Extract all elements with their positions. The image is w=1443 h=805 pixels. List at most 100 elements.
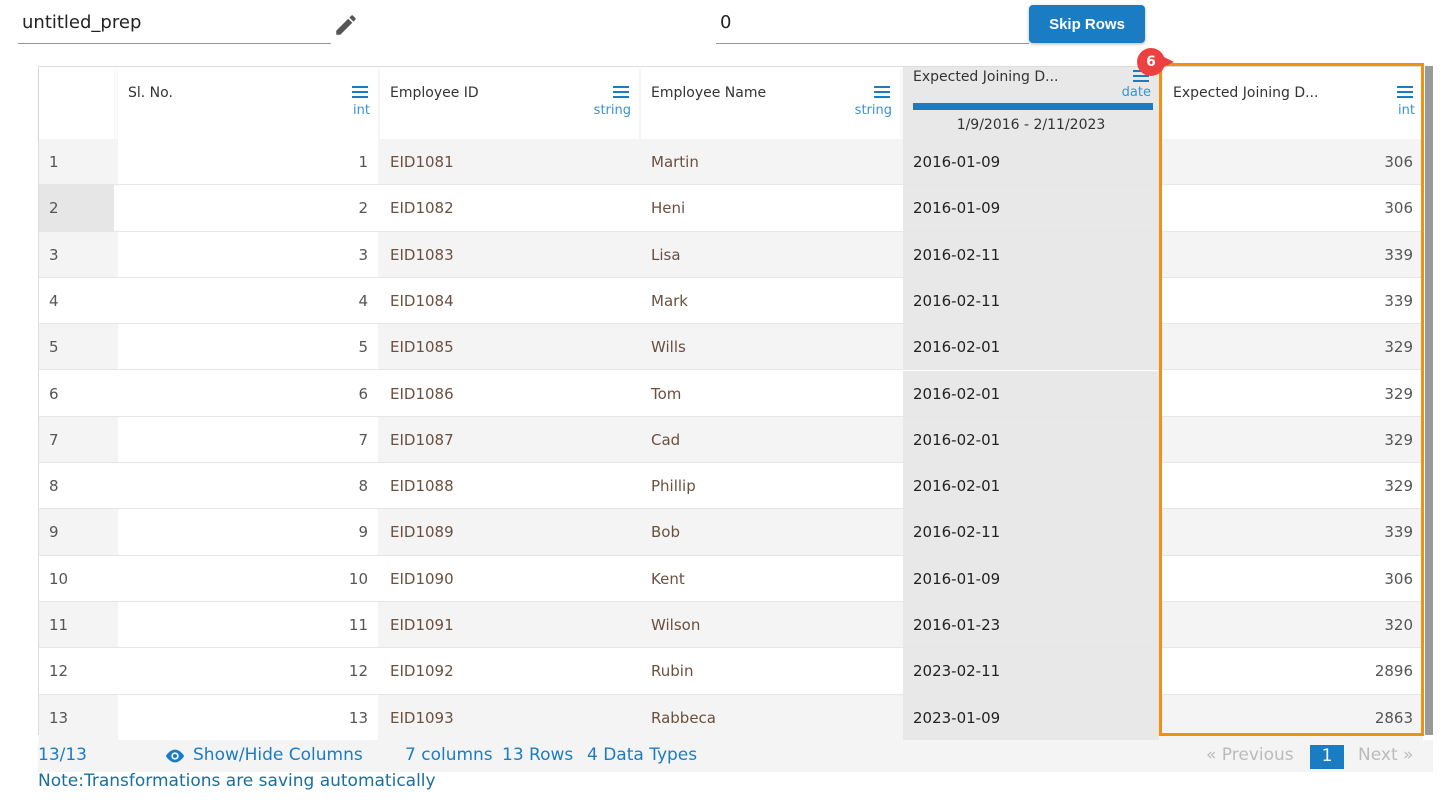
page-1-button[interactable]: 1 [1310, 745, 1344, 769]
cell-employee-name: Rabbeca [651, 708, 716, 727]
cell-row-number: 2 [39, 185, 114, 231]
cell-expected-joining-date: 2016-02-11 [903, 277, 1159, 324]
cell-expected-joining-days: 320 [1384, 616, 1413, 634]
table-row[interactable]: 3 3 EID1083 Lisa 2016-02-11 339 [39, 231, 1423, 278]
cell-employee-id: EID1093 [390, 708, 454, 727]
cell-row-number: 10 [49, 569, 69, 588]
cell-employee-name: Lisa [651, 245, 681, 264]
cell-row-number: 6 [49, 384, 59, 403]
cell-expected-joining-days: 339 [1384, 245, 1413, 264]
data-grid: Sl. No. int Employee ID string Employee Name… [38, 66, 1424, 741]
table-row[interactable]: 1 1 EID1081 Martin 2016-01-09 306 [39, 139, 1423, 186]
column-type: date [1121, 85, 1151, 100]
table-row[interactable]: 2 2 EID1082 Heni 2016-01-09 306 [39, 185, 1423, 232]
cell-expected-joining-date: 2023-01-09 [903, 694, 1159, 740]
cell-expected-joining-date: 2016-01-23 [903, 602, 1159, 648]
skip-rows-input[interactable]: 0 [716, 8, 1029, 44]
cell-employee-name: Phillip [651, 477, 696, 496]
table-row[interactable]: 12 12 EID1092 Rubin 2023-02-11 2896 [39, 648, 1423, 695]
cell-sl-no: 13 [118, 694, 378, 740]
table-row[interactable]: 8 8 EID1088 Phillip 2016-02-01 329 [39, 463, 1423, 510]
cell-sl-no: 2 [118, 185, 378, 231]
header-employee-name[interactable]: Employee Name string [641, 67, 900, 139]
pencil-icon[interactable] [333, 12, 359, 38]
cell-sl-no: 9 [118, 509, 378, 555]
header-employee-id[interactable]: Employee ID string [380, 67, 639, 139]
cell-expected-joining-date: 2016-02-01 [903, 463, 1159, 509]
skip-rows-button[interactable]: Skip Rows [1029, 5, 1145, 43]
header-expected-joining-days[interactable]: Expected Joining D... int [1163, 67, 1423, 139]
cell-employee-id: EID1083 [390, 245, 454, 264]
cell-employee-id: EID1087 [390, 430, 454, 449]
cell-employee-name: Martin [651, 153, 699, 171]
column-menu-icon[interactable] [874, 86, 890, 98]
column-type: string [854, 103, 892, 118]
table-row[interactable]: 9 9 EID1089 Bob 2016-02-11 339 [39, 509, 1423, 556]
table-row[interactable]: 4 4 EID1084 Mark 2016-02-11 339 [39, 277, 1423, 325]
cell-expected-joining-date: 2016-02-01 [903, 324, 1159, 370]
header-sl-no[interactable]: Sl. No. int [118, 67, 378, 139]
cell-row-number: 12 [49, 662, 69, 681]
table-row[interactable]: 11 11 EID1091 Wilson 2016-01-23 320 [39, 602, 1423, 649]
cell-expected-joining-days: 306 [1384, 199, 1413, 218]
table-row[interactable]: 10 10 EID1090 Kent 2016-01-09 306 [39, 555, 1423, 602]
cell-sl-no: 4 [118, 277, 378, 324]
cell-expected-joining-date: 2016-01-09 [903, 555, 1159, 601]
cell-sl-no: 12 [118, 648, 378, 694]
cell-sl-no: 5 [118, 324, 378, 370]
cell-expected-joining-days: 339 [1384, 291, 1413, 310]
vertical-scrollbar[interactable] [1425, 66, 1433, 735]
cell-employee-id: EID1089 [390, 523, 454, 542]
column-type: int [1398, 103, 1415, 118]
row-count: 13/13 [38, 745, 87, 765]
header-expected-joining-date[interactable]: Expected Joining D... date 1/9/2016 - 2/11… [903, 67, 1159, 139]
cell-expected-joining-date: 2016-01-09 [903, 185, 1159, 231]
table-row[interactable]: 13 13 EID1093 Rabbeca 2023-01-09 2863 [39, 694, 1423, 741]
cell-employee-name: Cad [651, 430, 681, 449]
cell-employee-name: Wills [651, 338, 686, 357]
cell-expected-joining-days: 306 [1384, 153, 1413, 171]
cell-expected-joining-date: 2016-02-11 [903, 231, 1159, 277]
cell-employee-id: EID1090 [390, 569, 454, 588]
column-title: Expected Joining D... [913, 69, 1059, 85]
column-title: Employee Name [651, 85, 767, 101]
cell-expected-joining-date: 2023-02-11 [903, 648, 1159, 694]
cell-employee-id: EID1082 [390, 199, 454, 218]
cell-employee-id: EID1086 [390, 384, 454, 403]
column-menu-icon[interactable] [613, 86, 629, 98]
table-row[interactable]: 5 5 EID1085 Wills 2016-02-01 329 [39, 324, 1423, 371]
eye-icon[interactable] [164, 746, 185, 766]
cell-expected-joining-days: 2863 [1374, 708, 1413, 727]
cell-row-number: 11 [49, 616, 69, 634]
cell-sl-no: 8 [118, 463, 378, 509]
cell-expected-joining-days: 2896 [1374, 662, 1413, 681]
prep-name-field[interactable]: untitled_prep [18, 8, 331, 44]
column-menu-icon[interactable] [1397, 86, 1413, 98]
cell-sl-no: 3 [118, 231, 378, 277]
cell-expected-joining-date: 2016-02-01 [903, 370, 1159, 416]
columns-count: 7 columns [405, 745, 493, 765]
grid-footer: 13/13 Show/Hide Columns 7 columns 13 Row… [38, 740, 1433, 772]
cell-expected-joining-days: 329 [1384, 430, 1413, 449]
cell-expected-joining-days: 329 [1384, 338, 1413, 357]
table-row[interactable]: 7 7 EID1087 Cad 2016-02-01 329 [39, 416, 1423, 464]
column-type: int [353, 103, 370, 118]
cell-row-number: 8 [49, 477, 59, 496]
cell-employee-name: Rubin [651, 662, 694, 681]
column-title: Sl. No. [128, 85, 173, 101]
cell-employee-id: EID1081 [390, 153, 454, 171]
show-hide-columns-link[interactable]: Show/Hide Columns [193, 745, 363, 765]
next-page-button[interactable]: Next » [1358, 745, 1413, 765]
cell-expected-joining-date: 2016-01-09 [903, 139, 1159, 185]
cell-employee-name: Heni [651, 199, 686, 218]
cell-row-number: 5 [49, 338, 59, 357]
table-row[interactable]: 6 6 EID1086 Tom 2016-02-01 329 [39, 370, 1423, 417]
autosave-note: Note:Transformations are saving automati… [38, 771, 436, 791]
header-row-number [39, 67, 114, 139]
cell-row-number: 9 [49, 523, 59, 542]
rows-count: 13 Rows [502, 745, 574, 765]
cell-sl-no: 11 [118, 602, 378, 648]
column-menu-icon[interactable] [352, 86, 368, 98]
previous-page-button[interactable]: « Previous [1206, 745, 1294, 765]
cell-employee-id: EID1088 [390, 477, 454, 496]
